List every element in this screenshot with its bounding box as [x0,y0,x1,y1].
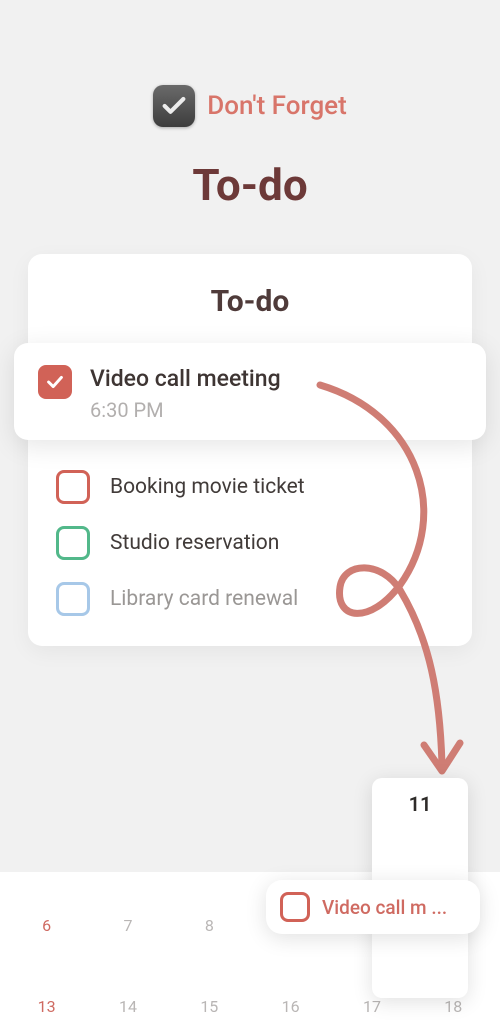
checkbox-unchecked-red[interactable] [56,470,90,504]
calendar-day[interactable]: 14 [103,997,153,1016]
popout-task-label: Video call m ... [322,896,447,919]
checkbox-unchecked-red[interactable] [280,892,310,922]
calendar-day[interactable]: 15 [184,997,234,1016]
task-time: 6:30 PM [90,398,281,422]
checkbox-checked[interactable] [38,365,72,399]
task-text-group: Video call meeting 6:30 PM [90,365,281,422]
task-row[interactable]: Booking movie ticket [56,470,444,504]
calendar-day[interactable]: 7 [103,916,153,935]
calendar-day[interactable]: 18 [428,997,478,1016]
calendar-task-popout[interactable]: Video call m ... [266,880,480,934]
header: Don't Forget [0,0,500,127]
calendar-day[interactable]: 8 [184,916,234,935]
calendar-day[interactable]: 16 [266,997,316,1016]
task-title: Studio reservation [110,531,279,555]
task-title: Library card renewal [110,587,298,611]
checkbox-unchecked-green[interactable] [56,526,90,560]
check-icon [44,371,66,393]
task-title: Video call meeting [90,365,281,392]
calendar-day[interactable]: 6 [22,916,72,935]
highlighted-task[interactable]: Video call meeting 6:30 PM [14,343,486,440]
task-list: Booking movie ticket Studio reservation … [28,470,472,616]
task-title: Booking movie ticket [110,475,305,499]
app-icon [153,85,195,127]
task-row[interactable]: Studio reservation [56,526,444,560]
page-title: To-do [0,159,500,211]
app-name: Don't Forget [207,91,347,121]
checkmark-icon [160,92,188,120]
todo-card: To-do Video call meeting 6:30 PM Booking… [28,254,472,646]
checkbox-unchecked-blue[interactable] [56,582,90,616]
task-row[interactable]: Library card renewal [56,582,444,616]
card-title: To-do [28,284,472,319]
calendar-day[interactable]: 17 [347,997,397,1016]
popout-day-number: 11 [372,792,468,816]
calendar-day[interactable]: 13 [22,997,72,1016]
